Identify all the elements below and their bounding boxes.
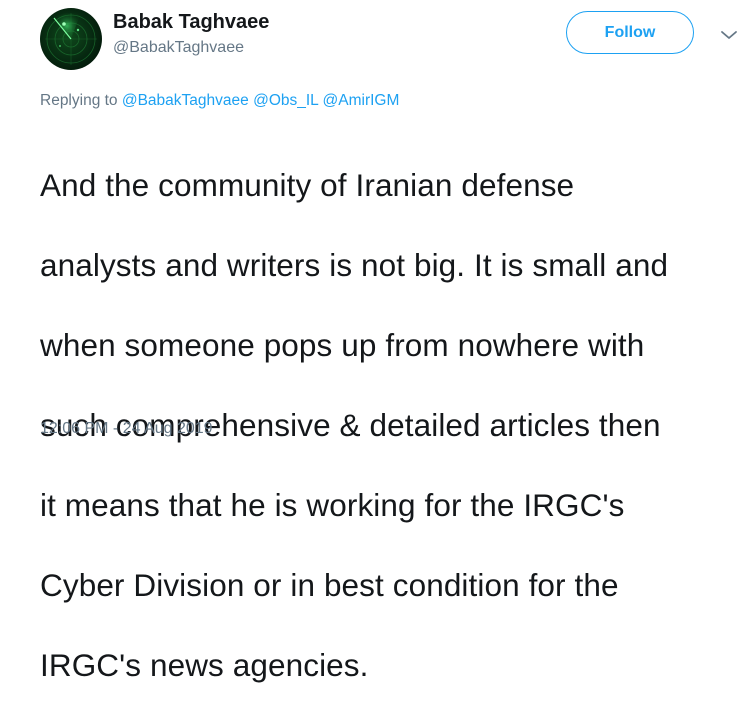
tweet-text-line: And the community of Iranian defense [40,167,575,203]
replying-to-label: Replying to [40,92,118,109]
author-display-name[interactable]: Babak Taghvaee [113,10,269,34]
chevron-down-icon [721,31,737,39]
follow-button[interactable]: Follow [566,11,694,54]
avatar[interactable] [40,8,102,70]
replying-to: Replying to @BabakTaghvaee @Obs_IL @Amir… [40,91,399,111]
more-options-button[interactable] [719,27,739,43]
mention-link[interactable]: @BabakTaghvaee [122,92,249,109]
radar-avatar-icon [45,12,97,65]
tweet-card: Babak Taghvaee @BabakTaghvaee Follow Rep… [0,0,752,683]
tweet-text-line: when someone pops up from nowhere with [40,327,645,363]
tweet-text-line: analysts and writers is not big. It is s… [40,247,669,283]
tweet-text-line: it means that he is working for the IRGC… [40,487,625,523]
mention-link[interactable]: @Obs_IL [253,92,318,109]
tweet-text-line: Cyber Division or in best condition for … [40,567,619,603]
tweet-timestamp[interactable]: 12:06 PM - 24 Aug 2019 [40,419,213,439]
mention-link[interactable]: @AmirIGM [323,92,400,109]
tweet-text-line: IRGC's news agencies. [40,647,369,683]
author-handle[interactable]: @BabakTaghvaee [113,38,244,58]
